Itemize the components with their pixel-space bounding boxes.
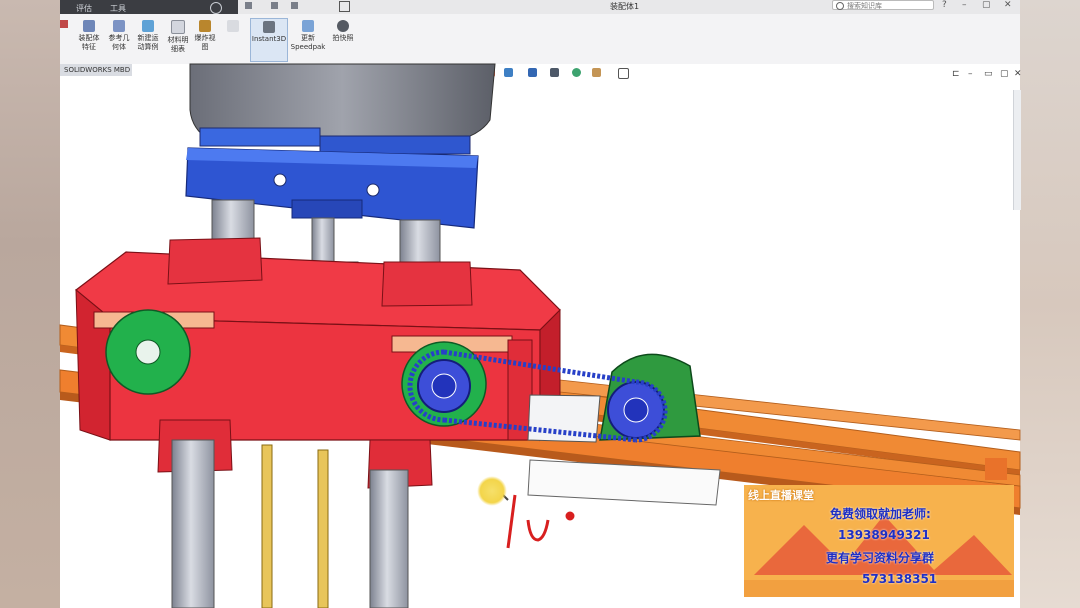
pen-annotation [506,494,575,549]
support-rod-1 [261,444,273,608]
drive-wheel-left [105,309,191,395]
promo-phone: 13938949321 [838,528,930,542]
cursor-highlight [477,476,507,506]
promo-heading: 线上直播课堂 [748,489,814,502]
promo-line-3: 更有学习资料分享群 [826,551,935,565]
screen: 评估 工具 装配体1 搜索知识库 ? – ▢ ✕ 装配体 特征 参考几 何体 新… [0,0,1080,608]
support-rod-2 [317,449,329,608]
guide-shaft-left-lower [171,439,215,608]
rail-end-stop [985,458,1007,480]
sprocket-gear [401,341,487,427]
guide-shaft-right-lower [369,469,409,608]
promo-group-number: 573138351 [862,572,938,586]
promo-line-1: 免费领取就加老师: [830,507,931,521]
